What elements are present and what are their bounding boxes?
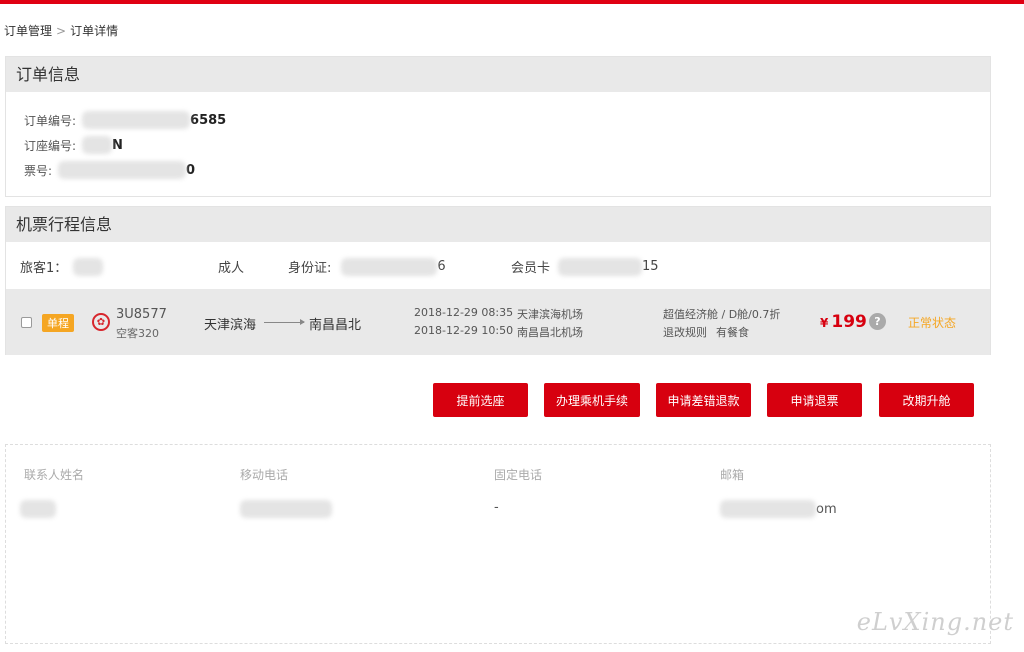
booking-number-value: N bbox=[112, 137, 123, 153]
order-info-title: 订单信息 bbox=[6, 57, 990, 92]
redacted-mask bbox=[73, 257, 104, 276]
chevron-right-icon: > bbox=[56, 23, 67, 38]
email-suffix: om bbox=[816, 501, 837, 517]
refund-rules-link[interactable]: 退改规则 bbox=[663, 324, 707, 340]
departure-airport: 天津滨海机场 bbox=[517, 308, 583, 321]
redacted-mask bbox=[82, 111, 191, 129]
passenger-row: 旅客1： 成人 身份证: 6 会员卡 15 bbox=[6, 243, 990, 289]
order-number-label: 订单编号: bbox=[24, 113, 77, 128]
order-number-value: 6585 bbox=[190, 112, 227, 128]
airline-logo-icon: ✿ bbox=[92, 313, 110, 331]
flight-checkbox[interactable] bbox=[21, 317, 32, 328]
redacted-mask bbox=[240, 500, 332, 518]
booking-number-row: 订座编号: N bbox=[24, 136, 123, 154]
itinerary-title: 机票行程信息 bbox=[6, 207, 990, 242]
seat-selection-button[interactable]: 提前选座 bbox=[433, 383, 528, 417]
ticket-price: ¥199 bbox=[820, 312, 867, 332]
ticket-number-row: 票号: 0 bbox=[24, 161, 195, 179]
itinerary-panel: 机票行程信息 旅客1： 成人 身份证: 6 会员卡 15 单程 ✿ 3U8577… bbox=[5, 206, 991, 355]
member-card-label: 会员卡 bbox=[511, 261, 551, 276]
redacted-mask bbox=[82, 136, 113, 154]
redacted-mask bbox=[20, 500, 56, 518]
mobile-value bbox=[240, 500, 332, 518]
flight-number: 3U8577 bbox=[116, 307, 167, 322]
email-label: 邮箱 bbox=[720, 468, 745, 482]
plane-type: 空客320 bbox=[116, 327, 159, 340]
departure-city: 天津滨海 bbox=[204, 318, 257, 333]
phone-label: 固定电话 bbox=[494, 468, 543, 482]
redacted-mask bbox=[558, 257, 643, 276]
watermark: eLvXing.net bbox=[856, 608, 1014, 636]
cabin-class: 超值经济舱 / D舱/0.7折 bbox=[663, 308, 781, 321]
one-way-tag: 单程 bbox=[42, 314, 74, 332]
redacted-mask bbox=[58, 161, 187, 179]
arrow-right-icon bbox=[264, 319, 305, 325]
id-value: 6 bbox=[437, 259, 446, 274]
arrival-time: 2018-12-29 10:50 bbox=[414, 324, 514, 337]
arrival-city: 南昌昌北 bbox=[309, 318, 362, 333]
contact-name-label: 联系人姓名 bbox=[24, 468, 85, 482]
price-value: 199 bbox=[831, 312, 867, 332]
flight-row: 单程 ✿ 3U8577 空客320 天津滨海 南昌昌北 2018-12-29 0… bbox=[6, 289, 990, 355]
refund-button[interactable]: 申请退票 bbox=[767, 383, 862, 417]
ticket-number-label: 票号: bbox=[24, 163, 53, 178]
member-card-value: 15 bbox=[642, 259, 659, 274]
redacted-mask bbox=[720, 500, 816, 518]
booking-number-label: 订座编号: bbox=[24, 138, 77, 153]
breadcrumb-current: 订单详情 bbox=[70, 24, 119, 38]
phone-value: - bbox=[494, 500, 499, 515]
checkin-button[interactable]: 办理乘机手续 bbox=[544, 383, 640, 417]
departure-time: 2018-12-29 08:35 bbox=[414, 306, 514, 319]
ticket-status: 正常状态 bbox=[908, 316, 957, 330]
order-number-row: 订单编号: 6585 bbox=[24, 111, 226, 129]
meal-info: 有餐食 bbox=[716, 326, 749, 339]
change-upgrade-button[interactable]: 改期升舱 bbox=[879, 383, 974, 417]
passenger-type: 成人 bbox=[218, 261, 245, 276]
order-info-panel: 订单信息 订单编号: 6585 订座编号: N 票号: 0 bbox=[5, 56, 991, 197]
mobile-label: 移动电话 bbox=[240, 468, 289, 482]
breadcrumb: 订单管理 > 订单详情 bbox=[4, 22, 118, 39]
currency-symbol: ¥ bbox=[820, 316, 829, 330]
help-icon[interactable]: ? bbox=[869, 313, 886, 330]
breadcrumb-parent[interactable]: 订单管理 bbox=[4, 22, 52, 39]
contact-name-value bbox=[20, 500, 56, 518]
id-label: 身份证: bbox=[288, 261, 332, 276]
ticket-number-value: 0 bbox=[186, 162, 196, 178]
arrival-airport: 南昌昌北机场 bbox=[517, 326, 583, 339]
error-refund-button[interactable]: 申请差错退款 bbox=[656, 383, 751, 417]
top-brand-bar bbox=[0, 0, 1024, 4]
contact-panel: 联系人姓名 移动电话 固定电话 邮箱 - om bbox=[5, 444, 991, 644]
email-value: om bbox=[720, 500, 837, 518]
passenger-label: 旅客1： bbox=[20, 261, 68, 276]
redacted-mask bbox=[341, 257, 438, 276]
